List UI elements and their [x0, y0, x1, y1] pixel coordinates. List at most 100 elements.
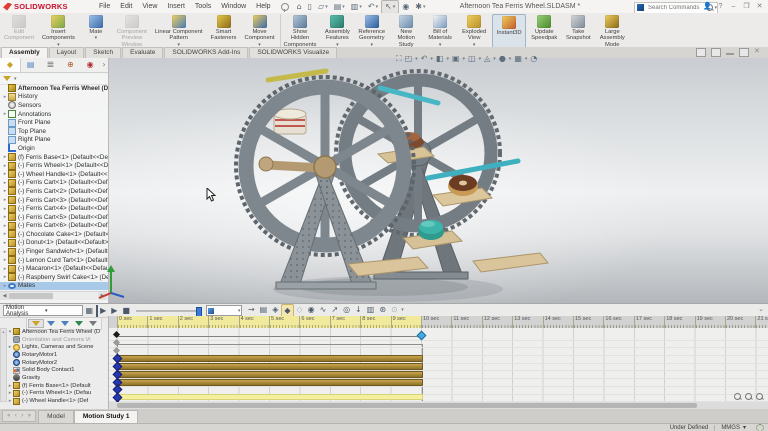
timeline-bar-olive[interactable] [117, 371, 423, 378]
apply-scene-icon[interactable]: ▦ [514, 53, 522, 65]
motion-tree-item-wheel-handle-1-def[interactable]: ▸(-) Wheel Handle<1> (Def [7, 397, 108, 405]
ruler-second-13[interactable]: 13 sec [512, 316, 542, 328]
restore-button[interactable]: ❐ [740, 0, 753, 13]
tab-sketch[interactable]: Sketch [85, 47, 121, 58]
doc-maximize-icon[interactable] [739, 48, 749, 57]
filter-all-button[interactable] [28, 319, 44, 328]
ruler-second-17[interactable]: 17 sec [634, 316, 664, 328]
pin-menu-icon[interactable] [281, 3, 289, 11]
minimize-button[interactable]: – [727, 0, 740, 13]
filter-results-button[interactable] [86, 320, 100, 327]
panel-more-icon[interactable]: › [100, 58, 108, 72]
menu-insert[interactable]: Insert [162, 0, 190, 13]
timeline-bar-pale[interactable] [117, 394, 423, 400]
timeline-ruler[interactable]: 0 sec1 sec2 sec3 sec4 sec5 sec6 sec7 sec… [109, 316, 768, 328]
insert-components-button[interactable]: Insert Components▾ [39, 14, 78, 49]
open-button[interactable]: ▱▾ [315, 1, 331, 13]
tree-item-lemon-curd-tart-1-default[interactable]: ▸(-) Lemon Curd Tart<1> (Default< [0, 256, 108, 265]
ruler-second-16[interactable]: 16 sec [603, 316, 633, 328]
tree-item-origin[interactable]: Origin [0, 144, 108, 153]
ruler-second-6[interactable]: 6 sec [299, 316, 329, 328]
tree-item-ferris-cart-5-default-defau[interactable]: ▸(-) Ferris Cart<5> (Default<<Defau [0, 213, 108, 222]
doc-restore-icon[interactable] [696, 48, 706, 57]
displaymanager-tab[interactable]: ◉ [80, 58, 100, 72]
filter-animated-button[interactable] [44, 320, 58, 327]
search-scope-icon[interactable] [637, 4, 644, 11]
tree-item-history[interactable]: ▸History [0, 93, 108, 102]
menu-file[interactable]: File [94, 0, 115, 13]
tab-layout[interactable]: Layout [49, 47, 85, 58]
timeline-zoom-in-icon[interactable] [734, 393, 741, 400]
timeline-scrollbar-thumb[interactable] [117, 403, 697, 408]
rebuild-button[interactable]: ◉ [399, 1, 412, 13]
mate-button[interactable]: Mate▾ [80, 14, 112, 49]
print-button[interactable]: ▥▾ [348, 1, 365, 13]
tree-item-right-plane[interactable]: Right Plane [0, 136, 108, 145]
menu-window[interactable]: Window [216, 0, 251, 13]
ruler-second-1[interactable]: 1 sec [147, 316, 177, 328]
slider-thumb[interactable] [196, 307, 202, 317]
featuremanager-tree-tab[interactable]: ◆ [0, 58, 21, 72]
filter-selected-button[interactable] [72, 320, 86, 327]
stop-button[interactable]: ■ [120, 305, 133, 317]
zoom-to-area-icon[interactable]: ◰ [405, 53, 413, 65]
instant3d-button[interactable]: Instant3D [492, 14, 526, 49]
ruler-second-4[interactable]: 4 sec [239, 316, 269, 328]
ruler-second-2[interactable]: 2 sec [178, 316, 208, 328]
view-orientation-icon[interactable]: ▣ [452, 53, 460, 65]
tab-model[interactable]: Model [38, 410, 74, 423]
hide-show-items-icon[interactable]: ◬ [484, 53, 490, 65]
status-gear-icon[interactable] [756, 424, 764, 431]
assembly-features-button[interactable]: Assembly Features▾ [321, 14, 353, 49]
home-button[interactable]: ⌂ [294, 1, 305, 13]
search-input[interactable] [646, 4, 706, 12]
large-assembly-mode-button[interactable]: Large Assembly Mode [596, 14, 628, 49]
section-view-icon[interactable]: ◧ [436, 53, 444, 65]
linear-component-pattern-button[interactable]: Linear Component Pattern▾ [152, 14, 206, 49]
exploded-view-button[interactable]: Exploded View▾ [458, 14, 490, 49]
calculate-button[interactable]: ▦ [83, 305, 96, 317]
ruler-second-18[interactable]: 18 sec [664, 316, 694, 328]
ruler-second-19[interactable]: 19 sec [695, 316, 725, 328]
play-from-start-button[interactable]: ▶ [96, 305, 109, 317]
ruler-second-3[interactable]: 3 sec [208, 316, 238, 328]
display-style-icon[interactable]: ◫ [468, 53, 476, 65]
doc-minimize-icon[interactable] [726, 48, 734, 55]
ruler-second-20[interactable]: 20 sec [725, 316, 755, 328]
reference-geometry-button[interactable]: Reference Geometry▾ [355, 14, 388, 49]
tab-assembly[interactable]: Assembly [1, 47, 48, 58]
tree-item-annotations[interactable]: ▸Annotations [0, 110, 108, 119]
doc-new-window-icon[interactable] [711, 48, 721, 57]
menu-view[interactable]: View [137, 0, 162, 13]
tab-solidworks-visualize[interactable]: SOLIDWORKS Visualize [249, 47, 337, 58]
timeline-bar-olive[interactable] [117, 379, 423, 386]
menu-edit[interactable]: Edit [115, 0, 137, 13]
ferris-wheel-model[interactable] [228, 58, 558, 303]
tree-item-ferris-wheel-1-default-def[interactable]: ▸(-) Ferris Wheel<1> (Default<<Def [0, 161, 108, 170]
graphics-viewport[interactable]: ⛶◰▾↶▾◧▾▣▾◫▾◬▾●▾▦▾◔ ◆ ▤ 𝌆 ⊕ ◉ › ▾ Afterno… [0, 58, 768, 303]
motion-tree-item-gravity[interactable]: Gravity [7, 374, 108, 382]
playback-speed-slider[interactable] [136, 310, 202, 312]
undo-button[interactable]: ↶▾ [365, 1, 381, 13]
motion-tree-item-afternoon-tea-ferris-wheel-d[interactable]: ▾Afternoon Tea Ferris Wheel (D [7, 328, 108, 336]
tree-item-chocolate-cake-1-default[interactable]: ▸(-) Chocolate Cake<1> (Default<< [0, 230, 108, 239]
move-component-button[interactable]: Move Component▾ [242, 14, 278, 49]
tree-item-f-ferris-base-1-default-defau[interactable]: ▸(f) Ferris Base<1> (Default<<Defau [0, 153, 108, 162]
select-button[interactable]: ↖▾ [381, 0, 399, 14]
motion-tree-vertical-scrollbar[interactable] [0, 328, 7, 402]
ruler-second-12[interactable]: 12 sec [482, 316, 512, 328]
tab-motion-study-1[interactable]: Motion Study 1 [74, 410, 139, 423]
tree-item-ferris-cart-2-default-defau[interactable]: ▸(-) Ferris Cart<2> (Default<<Defau [0, 187, 108, 196]
timeline-bar-olive[interactable] [117, 355, 423, 362]
menu-tools[interactable]: Tools [190, 0, 216, 13]
tree-item-front-plane[interactable]: Front Plane [0, 118, 108, 127]
play-button[interactable]: ▶ [109, 305, 120, 317]
motion-tree-item-rotarymotor1[interactable]: RotaryMotor1 [7, 351, 108, 359]
motion-tree-item-ferris-wheel-1-defau[interactable]: ▸(-) Ferris Wheel<1> (Defau [7, 390, 108, 398]
tree-item-finger-sandwich-1-default[interactable]: ▸(-) Finger Sandwich<1> (Default< [0, 247, 108, 256]
scrollbar-thumb[interactable] [9, 293, 53, 299]
tree-horizontal-scrollbar[interactable]: ◀ ▶ [0, 291, 107, 300]
configurationmanager-tab[interactable]: 𝌆 [41, 58, 61, 72]
take-snapshot-button[interactable]: Take Snapshot [562, 14, 594, 49]
ruler-second-14[interactable]: 14 sec [543, 316, 573, 328]
